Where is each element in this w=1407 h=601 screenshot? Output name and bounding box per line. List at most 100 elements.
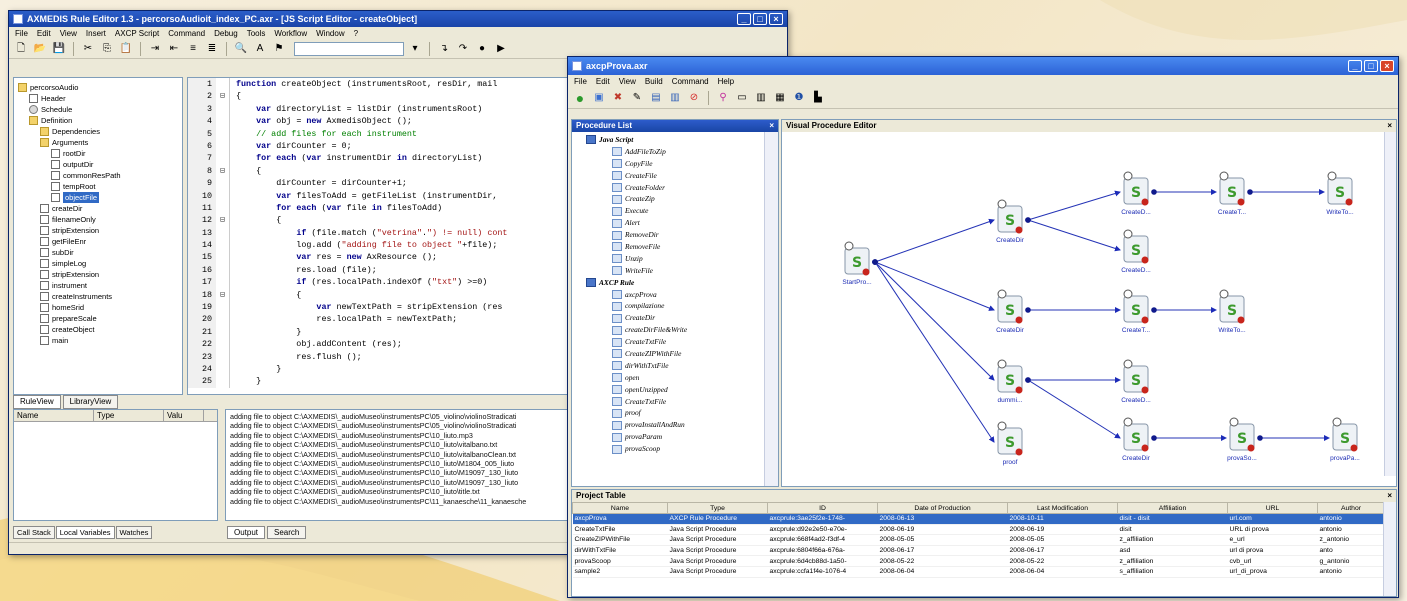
edge-port[interactable] <box>1151 189 1157 195</box>
tab-output[interactable]: Output <box>227 526 266 539</box>
font-icon[interactable]: A <box>252 41 268 57</box>
menu-insert[interactable]: Insert <box>86 29 106 38</box>
menu-window[interactable]: Window <box>316 29 344 38</box>
edge-port[interactable] <box>1025 377 1031 383</box>
tree-item[interactable]: stripExtension <box>16 269 180 280</box>
table-column-header[interactable]: Type <box>667 502 768 514</box>
edit-icon[interactable]: ✎ <box>629 90 645 106</box>
outdent-icon[interactable]: ⇤ <box>166 41 182 57</box>
table-row[interactable]: sample2 Java Script Procedure axcprule:ccf… <box>572 566 1385 578</box>
tree-item[interactable]: subDir <box>16 247 180 258</box>
tree-item[interactable]: outputDir <box>16 159 180 170</box>
find-icon[interactable]: 🔍 <box>233 41 249 57</box>
tab-call-stack[interactable]: Call Stack <box>13 526 55 539</box>
tab-libraryview[interactable]: LibraryView <box>62 395 119 409</box>
close-button[interactable]: × <box>769 13 783 25</box>
edge-port[interactable] <box>1151 307 1157 313</box>
tree-item[interactable]: stripExtension <box>16 225 180 236</box>
close-icon[interactable]: × <box>1387 490 1392 502</box>
grid-icon[interactable]: ▦ <box>772 90 788 106</box>
menu-command[interactable]: Command <box>168 29 205 38</box>
fold-gutter[interactable]: ⊟ <box>216 90 230 103</box>
graph-edge[interactable] <box>1027 190 1121 221</box>
fold-gutter[interactable]: ⊟ <box>216 164 230 178</box>
procedure-item[interactable]: CreateTxtFile <box>572 396 766 408</box>
procedure-item[interactable]: provaParam <box>572 431 766 443</box>
procedure-item[interactable]: proof <box>572 407 766 419</box>
axcp-menu-command[interactable]: Command <box>672 77 709 86</box>
dropdown-icon[interactable]: ▾ <box>407 41 423 57</box>
procedure-item[interactable]: CreateZip <box>572 193 766 205</box>
fold-gutter[interactable] <box>216 325 230 339</box>
edge-port[interactable] <box>1257 435 1263 441</box>
table-scrollbar[interactable] <box>1383 502 1396 596</box>
menu-tools[interactable]: Tools <box>247 29 266 38</box>
table-column-header[interactable]: Date of Production <box>877 502 1008 514</box>
procedure-graph[interactable]: S StartPro... S CreateDir S CreateD... S Create… <box>782 132 1397 487</box>
fold-gutter[interactable] <box>216 177 230 190</box>
tree-item[interactable]: getFileEnr <box>16 236 180 247</box>
table-column-header[interactable]: Author <box>1317 502 1385 514</box>
procedure-item[interactable]: CreateFolder <box>572 182 766 194</box>
maximize-button[interactable]: □ <box>753 13 767 25</box>
procedure-node[interactable]: SprovaPa... <box>1330 417 1360 462</box>
cut-icon[interactable]: ✂ <box>80 41 96 57</box>
indent-icon[interactable]: ⇥ <box>147 41 163 57</box>
new-file-icon[interactable]: 🗋 <box>13 41 29 57</box>
col-name[interactable]: Name <box>14 410 94 421</box>
tree-item[interactable]: createInstruments <box>16 291 180 302</box>
run-icon[interactable]: ▶ <box>493 41 509 57</box>
edge-port[interactable] <box>1025 217 1031 223</box>
graph-edge[interactable] <box>1027 219 1121 252</box>
procedure-node[interactable]: SprovaSo... <box>1227 417 1257 462</box>
tab-local-variables[interactable]: Local Variables <box>55 526 115 539</box>
fold-gutter[interactable] <box>216 375 230 388</box>
table-row[interactable]: axcpProva AXCP Rule Procedure axcprule:3ae… <box>572 513 1385 525</box>
tree-item[interactable]: commonResPath <box>16 170 180 181</box>
procedure-item[interactable]: WriteFile <box>572 265 766 277</box>
edge-port[interactable] <box>872 259 878 265</box>
procedure-item[interactable]: CreateZIPWithFile <box>572 348 766 360</box>
minimize-button[interactable]: _ <box>737 13 751 25</box>
graph-edge[interactable] <box>1027 379 1121 439</box>
axcp-menu-view[interactable]: View <box>619 77 636 86</box>
axcp-menu-build[interactable]: Build <box>645 77 663 86</box>
graph-edge[interactable] <box>874 261 995 311</box>
procedure-scrollbar[interactable] <box>764 132 778 486</box>
tree-item[interactable]: Header <box>16 93 180 104</box>
close-icon[interactable]: × <box>1387 120 1392 132</box>
tab-ruleview[interactable]: RuleView <box>13 395 61 409</box>
table-column-header[interactable]: URL <box>1227 502 1318 514</box>
procedure-item[interactable]: provaScoop <box>572 443 766 455</box>
procedure-node[interactable]: Sproof <box>997 421 1023 466</box>
fold-gutter[interactable] <box>216 301 230 314</box>
tree-item[interactable]: Arguments <box>16 137 180 148</box>
table-column-header[interactable]: ID <box>767 502 878 514</box>
tree-item[interactable]: Schedule <box>16 104 180 115</box>
tree-item[interactable]: createObject <box>16 324 180 335</box>
axcp-maximize-button[interactable]: □ <box>1364 60 1378 72</box>
menu-debug[interactable]: Debug <box>214 29 238 38</box>
menu-axcp-script[interactable]: AXCP Script <box>115 29 159 38</box>
tree-item[interactable]: createDir <box>16 203 180 214</box>
axcp-minimize-button[interactable]: _ <box>1348 60 1362 72</box>
fold-gutter[interactable] <box>216 102 230 116</box>
fold-gutter[interactable] <box>216 226 230 240</box>
fold-gutter[interactable] <box>216 313 230 326</box>
graph-edge[interactable] <box>874 261 995 381</box>
col-type[interactable]: Type <box>94 410 164 421</box>
table-row[interactable]: dirWithTxtFile Java Script Procedure axcpr… <box>572 545 1385 557</box>
procedure-group[interactable]: Java Script <box>572 134 766 146</box>
procedure-item[interactable]: CopyFile <box>572 158 766 170</box>
fold-gutter[interactable] <box>216 350 230 363</box>
close-icon[interactable]: × <box>769 120 774 132</box>
tree-item[interactable]: Dependencies <box>16 126 180 137</box>
procedure-node[interactable]: S CreateT... <box>1218 171 1246 216</box>
fold-gutter[interactable] <box>216 78 230 91</box>
save-icon[interactable]: 💾 <box>51 41 67 57</box>
breakpoint-icon[interactable]: ● <box>474 41 490 57</box>
fold-gutter[interactable] <box>216 362 230 376</box>
procedure-item[interactable]: Execute <box>572 205 766 217</box>
tree-item[interactable]: percorsoAudio <box>16 82 180 93</box>
procedure-item[interactable]: axcpProva <box>572 289 766 301</box>
